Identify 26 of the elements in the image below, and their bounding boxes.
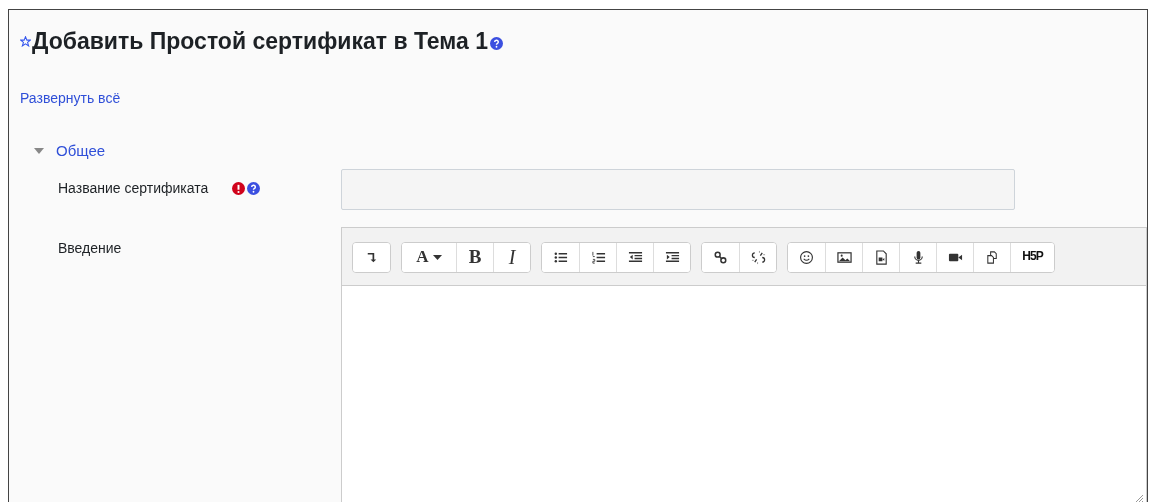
star-icon[interactable] — [20, 35, 31, 47]
smiley-icon — [799, 249, 814, 265]
indent-button[interactable] — [653, 242, 690, 272]
collapse-toolbar-button[interactable] — [353, 242, 390, 272]
resize-handle-icon[interactable] — [1135, 493, 1144, 502]
field-label: Название сертификата — [58, 179, 210, 198]
caret-icon[interactable] — [34, 147, 44, 155]
link-icon — [713, 249, 728, 265]
unlink-icon — [750, 249, 766, 265]
unlink-button[interactable] — [739, 242, 776, 272]
page-title: Добавить Простой сертификат в Тема 1 — [32, 26, 488, 56]
field-label: Введение — [58, 238, 123, 258]
copy-icon — [984, 249, 1000, 265]
italic-button[interactable]: I — [493, 242, 530, 272]
section-title[interactable]: Общее — [56, 140, 106, 163]
expand-all-link[interactable]: Развернуть всё — [20, 88, 121, 109]
help-icon[interactable] — [247, 182, 260, 195]
indent-icon — [664, 249, 680, 265]
outdent-icon — [627, 249, 643, 265]
help-icon[interactable] — [490, 36, 503, 50]
media-file-icon — [873, 249, 889, 265]
caret-icon — [432, 254, 442, 260]
h5p-button[interactable]: H5P — [1010, 242, 1054, 272]
numbered-list-icon — [590, 249, 606, 265]
image-icon — [836, 249, 852, 265]
text-input-field[interactable] — [341, 168, 1015, 210]
